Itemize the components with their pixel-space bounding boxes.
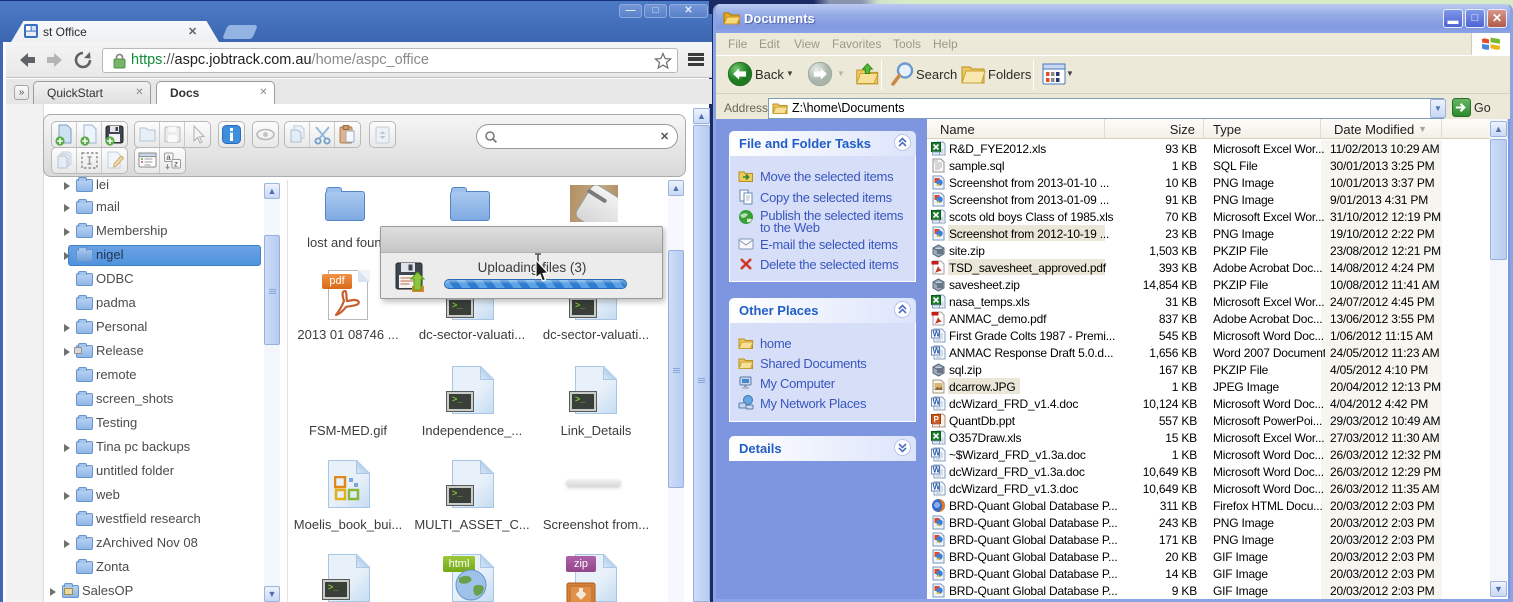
svg-text:a: a: [166, 153, 171, 162]
svg-text:W: W: [933, 466, 941, 475]
svg-text:W: W: [933, 483, 941, 492]
svg-text:W: W: [933, 347, 941, 356]
svg-text:z: z: [174, 160, 178, 169]
svg-text:W: W: [933, 398, 941, 407]
svg-text:W: W: [933, 330, 941, 339]
svg-text:W: W: [933, 449, 941, 458]
svg-text:P: P: [934, 415, 940, 424]
